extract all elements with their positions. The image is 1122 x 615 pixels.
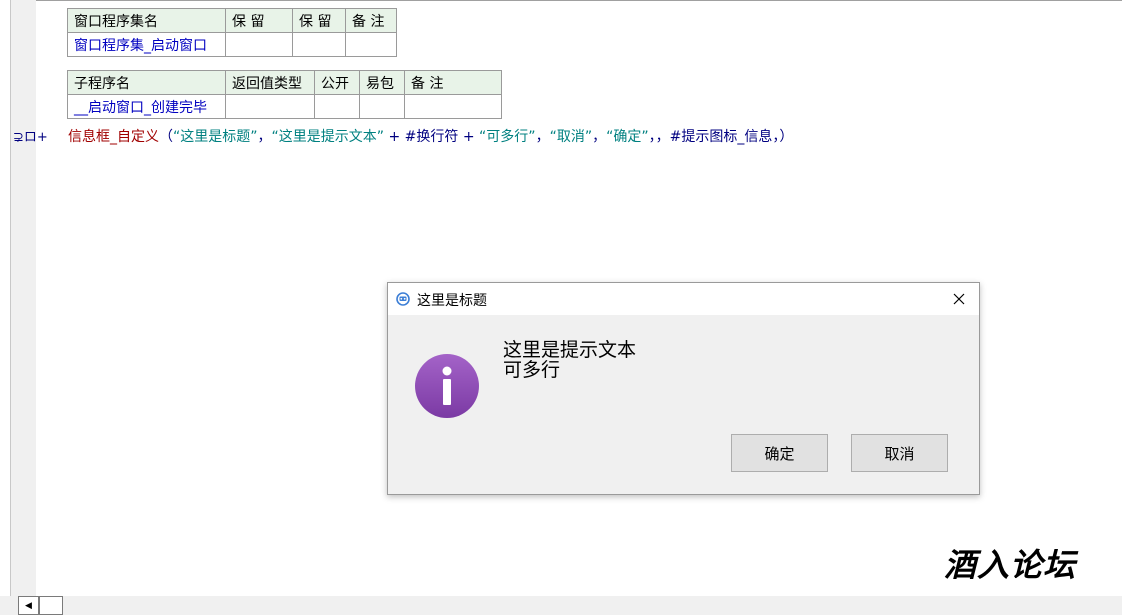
code-punct: ， [592,129,607,145]
dialog-title: 这里是标题 [417,293,487,309]
code-string: “确定” [606,129,649,145]
message-line: 这里是提示文本 [503,339,637,361]
scroll-left-button[interactable]: ◀ [18,596,39,615]
left-edge [0,0,11,596]
subroutine-header-cell: 子程序名 [67,70,226,95]
subroutine-name-cell[interactable]: __启动窗口_创建完毕 [67,94,226,119]
assembly-cell[interactable] [345,32,397,57]
dialog-message: 这里是提示文本 可多行 [503,340,636,380]
code-constant: #换行符 [404,129,459,145]
line-gutter [11,0,36,596]
horizontal-scrollbar[interactable]: ◀ [0,596,1122,615]
code-punct: ，， [648,129,670,145]
assembly-header-cell: 保 留 [292,8,346,33]
subroutine-row[interactable]: __启动窗口_创建完毕 [67,94,502,119]
code-function: 信息框_自定义 [68,129,159,145]
subroutine-header-cell: 易包 [359,70,405,95]
code-string: “这里是提示文本” [271,129,385,145]
dialog-titlebar[interactable]: 这里是标题 [388,283,979,315]
info-icon [415,354,479,418]
code-operator: + [384,129,405,145]
app-icon [396,292,410,306]
forum-watermark: 酒入论坛 [944,546,1077,584]
line-marker[interactable]: ⊋ロ+ [13,126,48,145]
close-button[interactable] [939,283,979,315]
scroll-thumb[interactable] [39,596,63,615]
subroutine-header-cell: 返回值类型 [225,70,315,95]
subroutine-header-row: 子程序名 返回值类型 公开 易包 备 注 [67,70,502,95]
cancel-button[interactable]: 取消 [851,434,948,472]
code-string: “可多行” [479,129,536,145]
close-icon [953,293,965,305]
subroutine-header-cell: 公开 [314,70,360,95]
message-dialog: 这里是标题 这里是提示文本 可多行 确定 取消 [387,282,980,495]
code-punct: ，） [772,129,794,145]
code-line[interactable]: 信息框_自定义（“这里是标题”，“这里是提示文本” + #换行符 + “可多行”… [68,126,793,146]
code-punct: ， [257,129,272,145]
code-punct: （ [159,129,173,145]
scroll-left-icon: ◀ [25,600,32,611]
code-operator: + [458,129,480,145]
subroutine-cell[interactable] [225,94,315,119]
subroutine-cell[interactable] [359,94,405,119]
code-string: “取消” [549,129,593,145]
assembly-cell[interactable] [292,32,346,57]
subroutine-cell[interactable] [404,94,502,119]
subroutine-cell[interactable] [314,94,360,119]
assembly-table: 窗口程序集名 保 留 保 留 备 注 窗口程序集_启动窗口 [67,8,397,57]
assembly-cell[interactable] [225,32,293,57]
ok-button[interactable]: 确定 [731,434,828,472]
assembly-name-cell[interactable]: 窗口程序集_启动窗口 [67,32,226,57]
assembly-header-row: 窗口程序集名 保 留 保 留 备 注 [67,8,397,33]
code-punct: ， [535,129,550,145]
assembly-header-cell: 备 注 [345,8,397,33]
code-string: “这里是标题” [173,129,258,145]
subroutine-table: 子程序名 返回值类型 公开 易包 备 注 __启动窗口_创建完毕 [67,70,502,119]
assembly-header-cell: 窗口程序集名 [67,8,226,33]
assembly-header-cell: 保 留 [225,8,293,33]
message-line: 可多行 [503,359,561,381]
subroutine-header-cell: 备 注 [404,70,502,95]
assembly-row[interactable]: 窗口程序集_启动窗口 [67,32,397,57]
code-constant: #提示图标_信息 [669,129,773,145]
